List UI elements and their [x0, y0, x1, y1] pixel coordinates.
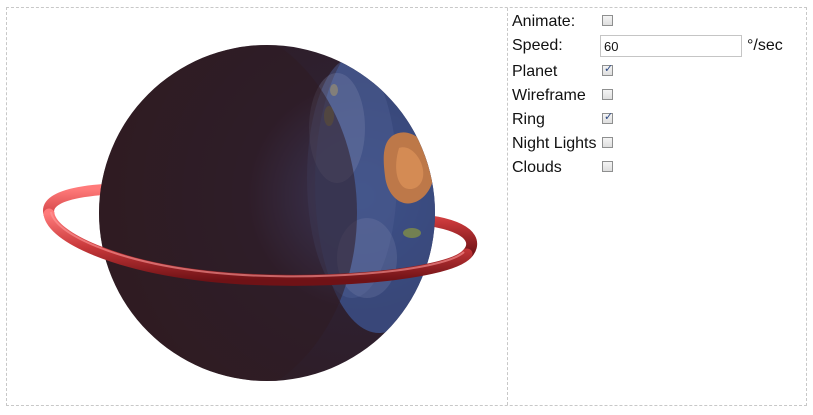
ring-row: Ring — [511, 108, 801, 130]
speed-label: Speed: — [512, 37, 563, 54]
control-panel: Animate: Speed: °/sec Planet Wireframe R… — [511, 8, 805, 405]
animate-row: Animate: — [511, 10, 801, 32]
planet-scene — [43, 45, 478, 381]
speed-row: Speed: °/sec — [511, 34, 801, 57]
planet-label: Planet — [512, 63, 558, 80]
ring-checkbox[interactable] — [602, 110, 613, 124]
animate-label: Animate: — [512, 13, 576, 30]
speed-input[interactable] — [600, 35, 742, 57]
clouds-row: Clouds — [511, 156, 801, 178]
demo-frame: Animate: Speed: °/sec Planet Wireframe R… — [6, 7, 807, 406]
clouds-label: Clouds — [512, 159, 562, 176]
wireframe-checkbox[interactable] — [602, 89, 613, 100]
planet-row: Planet — [511, 60, 801, 82]
wireframe-row: Wireframe — [511, 84, 801, 106]
night-lights-label: Night Lights — [512, 135, 597, 152]
night-lights-row: Night Lights — [511, 132, 801, 154]
night-lights-checkbox[interactable] — [602, 137, 613, 148]
planet — [99, 45, 435, 381]
planet-viewport[interactable] — [7, 8, 508, 405]
ring-label: Ring — [512, 111, 545, 128]
wireframe-label: Wireframe — [512, 87, 586, 104]
speed-unit: °/sec — [747, 37, 783, 54]
clouds-checkbox[interactable] — [602, 161, 613, 172]
planet-checkbox[interactable] — [602, 62, 613, 76]
animate-checkbox[interactable] — [602, 15, 613, 26]
